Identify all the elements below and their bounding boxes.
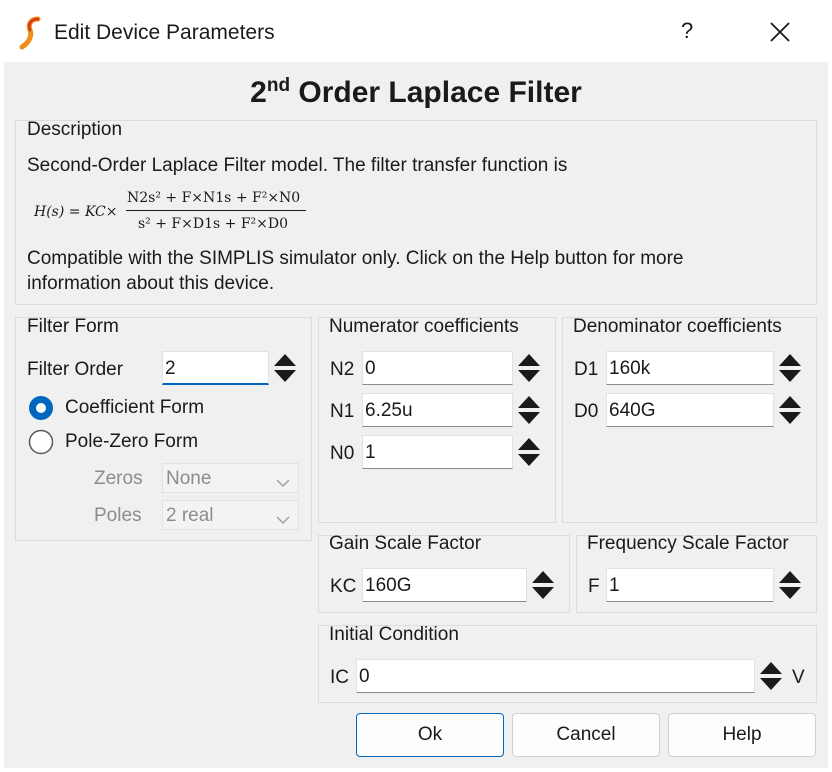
description-line-2: Compatible with the SIMPLIS simulator on… [27,248,684,269]
kc-label: KC [330,576,357,597]
gain-label: Gain Scale Factor [329,533,482,554]
ic-field[interactable]: 0 [356,659,755,693]
zeros-value: None [166,468,212,489]
kc-field[interactable]: 160G [362,568,527,602]
n1-label: N1 [330,401,355,422]
n2-label: N2 [330,359,355,380]
close-icon[interactable] [769,21,791,49]
description-label: Description [27,119,123,140]
n0-spinner[interactable] [515,435,543,469]
n1-spinner[interactable] [515,393,543,427]
title-bar: Edit Device Parameters ? [0,0,832,62]
equation-lhs: H(s) = KC× [34,204,118,220]
frequency-label: Frequency Scale Factor [587,533,789,554]
n2-field[interactable]: 0 [362,351,513,385]
d0-spinner[interactable] [776,393,804,427]
kc-spinner[interactable] [529,568,557,602]
transfer-function-equation: H(s) = KC× N2s² + F×N1s + F²×N0 s² + F×D… [34,187,334,237]
ic-unit: V [792,667,805,688]
n1-field[interactable]: 6.25u [362,393,513,427]
zeros-select[interactable]: None [162,463,299,493]
d1-field[interactable]: 160k [606,351,774,385]
d0-label: D0 [574,401,599,422]
help-icon[interactable]: ? [681,20,693,42]
simplis-logo-icon [18,16,44,56]
zeros-label: Zeros [94,468,143,489]
cancel-button[interactable]: Cancel [512,713,660,757]
d1-label: D1 [574,359,599,380]
f-spinner[interactable] [776,568,804,602]
d0-field[interactable]: 640G [606,393,774,427]
window-title: Edit Device Parameters [54,21,275,44]
d1-spinner[interactable] [776,351,804,385]
n0-field[interactable]: 1 [362,435,513,469]
filter-order-label: Filter Order [27,359,124,380]
chevron-down-icon [276,510,290,529]
ok-button[interactable]: Ok [356,713,504,757]
f-label: F [588,576,600,597]
numerator-label: Numerator coefficients [329,316,519,337]
description-line-3: information about this device. [27,273,275,294]
filter-form-label: Filter Form [27,316,119,337]
poles-select[interactable]: 2 real [162,500,299,530]
equation-numerator: N2s² + F×N1s + F²×N0 [127,190,301,206]
ic-label: IC [330,667,349,688]
denominator-label: Denominator coefficients [573,316,782,337]
fraction-bar [126,210,306,211]
description-line-1: Second-Order Laplace Filter model. The f… [27,155,568,176]
f-field[interactable]: 1 [606,568,774,602]
filter-order-field[interactable]: 2 [162,351,269,385]
page-title: 2nd Order Laplace Filter [250,75,582,109]
pole-zero-form-radio[interactable] [28,429,54,455]
initial-condition-label: Initial Condition [329,624,459,645]
poles-value: 2 real [166,505,214,526]
coefficient-form-radio[interactable] [28,395,54,421]
help-button[interactable]: Help [668,713,816,757]
poles-label: Poles [94,505,142,526]
ic-spinner[interactable] [757,659,785,693]
n2-spinner[interactable] [515,351,543,385]
pole-zero-form-label: Pole-Zero Form [65,431,199,452]
equation-denominator: s² + F×D1s + F²×D0 [138,216,289,232]
chevron-down-icon [276,473,290,492]
coefficient-form-label: Coefficient Form [65,397,205,418]
n0-label: N0 [330,443,355,464]
filter-order-spinner[interactable] [271,351,299,385]
